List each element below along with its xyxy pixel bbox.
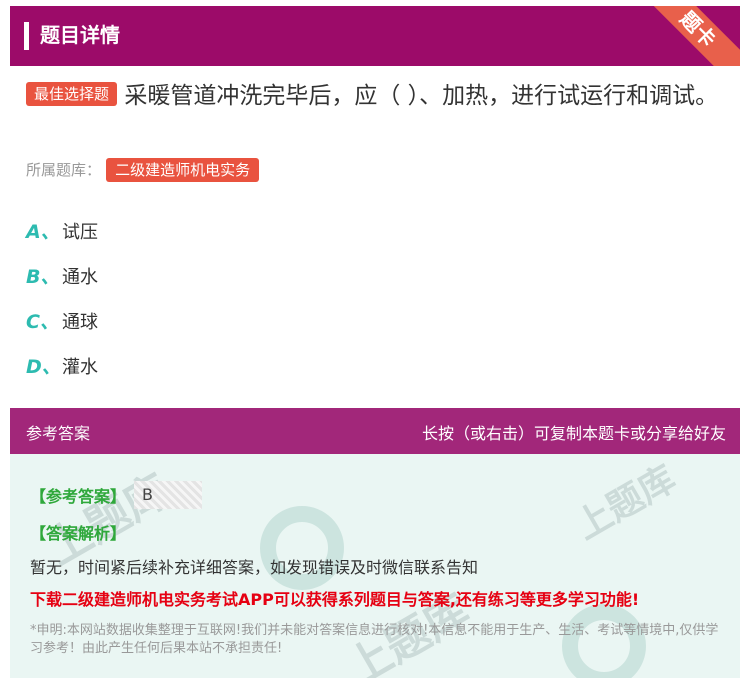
header-bar: 题目详情 题卡 (10, 6, 740, 66)
option-letter: D、 (26, 356, 61, 378)
page-title: 题目详情 (40, 23, 120, 47)
library-row: 所属题库： 二级建造师机电实务 (26, 157, 260, 183)
answer-body: 上题库 上题库 上题库 【参考答案】 B 【答案解析】 暂无，时间紧后续补充详细… (10, 454, 740, 678)
question-card: 题目详情 题卡 最佳选择题 采暖管道冲洗完毕后，应（ ）、加热，进行试运行和调试… (0, 0, 750, 678)
library-badge[interactable]: 二级建造师机电实务 (106, 158, 260, 182)
option-letter: C、 (26, 311, 59, 333)
answer-header: 参考答案 长按（或右击）可复制本题卡或分享给好友 (10, 408, 740, 454)
option-c[interactable]: C、 通球 (26, 298, 526, 343)
option-letter: B、 (26, 266, 60, 288)
options-list: A、 试压 B、 通水 C、 通球 D、 灌水 (26, 208, 526, 388)
option-d[interactable]: D、 灌水 (26, 343, 526, 388)
option-letter: A、 (26, 221, 60, 243)
question-type-badge: 最佳选择题 (26, 82, 118, 106)
question-text-block: 最佳选择题 采暖管道冲洗完毕后，应（ ）、加热，进行试运行和调试。 (26, 78, 726, 114)
reference-answer-value: B (134, 481, 203, 509)
watermark-text: 上题库 (568, 458, 683, 548)
question-area: 最佳选择题 采暖管道冲洗完毕后，应（ ）、加热，进行试运行和调试。 (26, 78, 726, 114)
option-text: 通球 (62, 311, 98, 333)
option-text: 通水 (62, 266, 98, 288)
answer-section-title: 参考答案 (26, 424, 91, 443)
analysis-text: 暂无，时间紧后续补充详细答案，如发现错误及时微信联系告知 (30, 558, 479, 577)
share-hint: 长按（或右击）可复制本题卡或分享给好友 (421, 424, 726, 443)
header-accent-bar (24, 22, 29, 50)
reference-answer-label: 【参考答案】 (30, 487, 127, 506)
option-a[interactable]: A、 试压 (26, 208, 526, 253)
library-label: 所属题库： (26, 161, 102, 179)
disclaimer-text: *申明:本网站数据收集整理于互联网!我们并未能对答案信息进行核对!本信息不能用于… (30, 623, 719, 656)
option-b[interactable]: B、 通水 (26, 253, 526, 298)
app-download-promo[interactable]: 下载二级建造师机电实务考试APP可以获得系列题目与答案,还有练习等更多学习功能! (30, 586, 639, 610)
reference-answer-row: 【参考答案】 B (30, 480, 203, 510)
option-text: 试压 (62, 221, 98, 243)
question-text: 采暖管道冲洗完毕后，应（ ）、加热，进行试运行和调试。 (124, 83, 719, 109)
card-ribbon[interactable]: 题卡 (630, 6, 740, 66)
analysis-label: 【答案解析】 (30, 524, 127, 543)
option-text: 灌水 (62, 356, 98, 378)
